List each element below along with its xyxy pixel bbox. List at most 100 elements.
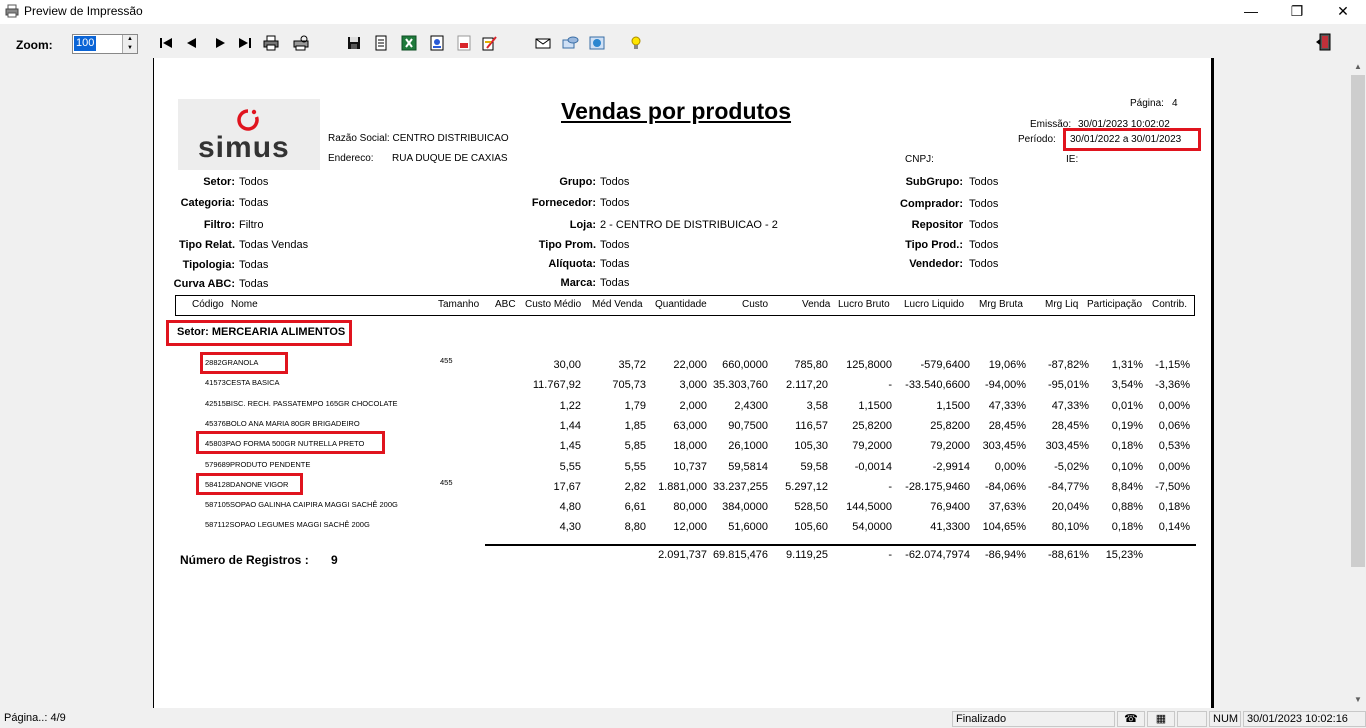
web-export-icon[interactable] [588,34,606,52]
exit-door-icon[interactable] [1314,32,1334,52]
cell-value: 0,14% [1158,521,1190,533]
product-code: 587105 [205,500,231,509]
total-value: 15,23% [1105,549,1143,561]
email-icon[interactable] [534,34,552,52]
word-export-icon[interactable] [428,34,446,52]
print-icon[interactable] [262,34,280,52]
col-custo-medio: Custo Médio [525,299,582,310]
cell-value: 54,0000 [852,521,892,533]
cell-value: 3,58 [806,400,828,412]
restore-button[interactable]: ❐ [1274,0,1320,24]
cell-value: 1,45 [559,440,581,452]
page-label: Página: [1130,98,1164,109]
product-code: 579689 [205,460,231,469]
close-button[interactable]: ✕ [1320,0,1366,24]
filter-label: Tipo Relat. [178,239,235,251]
vertical-scrollbar[interactable]: ▲ ▼ [1350,58,1366,708]
next-page-icon[interactable] [211,34,229,52]
product-tamanho: 455 [440,356,453,365]
cell-value: 116,57 [795,420,828,432]
filter-value: Filtro [239,219,264,231]
totals-rule [485,544,1196,546]
cell-value: 2,82 [624,481,646,493]
registros-value: 9 [331,553,338,567]
cell-value: -3,36% [1155,379,1190,391]
preview-area[interactable]: simus Vendas por produtos Página: 4 Emis… [0,58,1350,708]
simus-logo-icon [237,109,259,131]
window-title: Preview de Impressão [24,4,143,18]
cell-value: 18,000 [673,440,707,452]
product-name: BISC. RECH. PASSATEMPO 165GR CHOCOLATE [225,399,398,408]
col-quantidade: Quantidade [655,299,707,310]
status-page: Página..: 4/9 [4,712,66,724]
total-value: 2.091,737 [658,549,707,561]
send-icon[interactable] [561,34,579,52]
cell-value: -5,02% [1054,461,1089,473]
cell-value: 0,88% [1111,501,1143,513]
product-name: DANONE VIGOR [230,480,289,489]
zoom-up-icon[interactable]: ▲ [123,35,137,44]
text-export-icon[interactable] [372,34,390,52]
razao-social: Razão Social: CENTRO DISTRIBUICAO [328,133,509,144]
save-icon[interactable] [345,34,363,52]
cell-value: -0,0014 [854,461,892,473]
product-code-name: 41573CESTA BASICA [205,378,280,387]
periodo-label: Período: [1018,134,1056,145]
filter-label: Grupo: [559,176,596,188]
cell-value: 35.303,760 [712,379,768,391]
edit-icon[interactable] [481,34,499,52]
filter-value: 2 - CENTRO DE DISTRIBUICAO - 2 [600,219,778,231]
previous-page-icon[interactable] [183,34,201,52]
total-value: 9.119,25 [785,549,828,561]
scroll-thumb[interactable] [1351,75,1365,567]
printer-setup-icon[interactable] [292,34,310,52]
product-code: 587112 [205,520,230,529]
zoom-stepper[interactable]: ▲ ▼ [122,35,137,53]
pdf-export-icon[interactable] [455,34,473,52]
cell-value: -95,01% [1048,379,1089,391]
col-nome: Nome [231,299,258,310]
cell-value: 76,9400 [930,501,970,513]
filter-label: Tipo Prom. [538,239,596,251]
cell-value: 0,00% [1158,461,1190,473]
filter-value: Todos [969,219,999,231]
cell-value: 20,04% [1051,501,1089,513]
filter-value: Todos [969,176,999,188]
cell-value: -2,9914 [932,461,970,473]
filter-label: SubGrupo: [905,176,963,188]
total-value: - [888,549,892,561]
total-value: -88,61% [1048,549,1089,561]
minimize-button[interactable]: — [1228,0,1274,24]
product-code: 2882 [205,358,222,367]
cell-value: 5,55 [624,461,646,473]
cell-value: 105,30 [794,440,828,452]
cell-value: -28.175,9460 [905,481,970,493]
zoom-input[interactable]: 100 ▲ ▼ [72,34,138,54]
cell-value: 90,7500 [728,420,768,432]
filter-value: Todos [239,176,269,188]
cell-value: 59,5814 [728,461,768,473]
cell-value: 26,1000 [728,440,768,452]
cell-value: 1,79 [624,400,646,412]
scroll-up-icon[interactable]: ▲ [1350,58,1366,75]
excel-export-icon[interactable] [400,34,418,52]
product-name: PAO FORMA 500GR NUTRELLA PRETO [225,439,365,448]
cell-value: 28,45% [988,420,1026,432]
product-code-name: 45803PAO FORMA 500GR NUTRELLA PRETO [205,439,364,448]
endereco-value: RUA DUQUE DE CAXIAS [392,153,508,164]
scroll-down-icon[interactable]: ▼ [1350,691,1366,708]
filter-label: Tipo Prod.: [905,239,963,251]
first-page-icon[interactable] [157,34,175,52]
lightbulb-icon[interactable] [627,34,645,52]
product-name: BOLO ANA MARIA 80GR BRIGADEIRO [225,419,360,428]
setor-group-label: Setor: MERCEARIA ALIMENTOS [177,326,346,338]
zoom-value[interactable]: 100 [74,36,97,51]
zoom-down-icon[interactable]: ▼ [123,44,137,53]
col-lucro-bruto: Lucro Bruto [838,299,890,310]
cell-value: 8,80 [624,521,646,533]
filter-value: Todas [239,259,269,271]
last-page-icon[interactable] [236,34,254,52]
cell-value: 2,000 [679,400,707,412]
cell-value: -84,06% [985,481,1026,493]
filter-value: Todos [600,197,630,209]
